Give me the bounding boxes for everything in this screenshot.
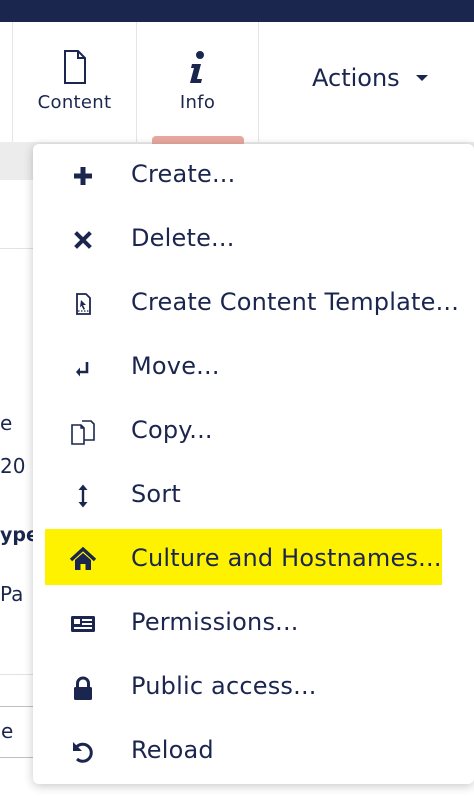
- content-app-label: Content: [37, 92, 112, 113]
- info-app-button[interactable]: Info: [137, 22, 258, 142]
- menu-item-label: Permissions...: [131, 608, 299, 636]
- menu-item-delete[interactable]: Delete...: [33, 208, 474, 272]
- info-app-label: Info: [179, 92, 216, 113]
- menu-item-label: Create...: [131, 160, 236, 188]
- field-value: e: [1, 719, 14, 743]
- menu-item-public-access[interactable]: Public access...: [33, 656, 474, 720]
- menu-item-label: Reload: [131, 736, 214, 764]
- copy-icon: [71, 420, 95, 445]
- top-bar: [0, 0, 474, 22]
- home-icon: [69, 546, 97, 570]
- menu-item-culture-and-hostnames[interactable]: Culture and Hostnames...: [33, 528, 474, 592]
- menu-item-label: Move...: [131, 352, 220, 380]
- menu-item-permissions[interactable]: Permissions...: [33, 592, 474, 656]
- active-tab-indicator: [152, 136, 244, 144]
- menu-item-label: Copy...: [131, 416, 213, 444]
- menu-item-label: Culture and Hostnames...: [131, 544, 442, 572]
- menu-item-sort[interactable]: Sort: [33, 464, 474, 528]
- menu-item-reload[interactable]: Reload: [33, 720, 474, 784]
- move-icon: [76, 362, 89, 377]
- menu-item-copy[interactable]: Copy...: [33, 400, 474, 464]
- menu-item-label: Sort: [131, 480, 181, 508]
- actions-button[interactable]: Actions: [262, 22, 474, 142]
- menu-item-label: Create Content Template...: [131, 288, 460, 316]
- plus-icon: [74, 167, 92, 185]
- caret-down-icon: [416, 75, 428, 81]
- header-divider: [258, 22, 259, 142]
- menu-item-label: Public access...: [131, 672, 317, 700]
- menu-item-create[interactable]: Create...: [33, 144, 474, 208]
- menu-item-label: Delete...: [131, 224, 235, 252]
- actions-label: Actions: [312, 64, 400, 92]
- lock-icon: [74, 676, 92, 700]
- menu-item-move[interactable]: Move...: [33, 336, 474, 400]
- times-icon: [74, 231, 92, 249]
- menu-item-create-content-template[interactable]: Create Content Template...: [33, 272, 474, 336]
- document-icon: [63, 50, 86, 84]
- content-app-button[interactable]: Content: [13, 22, 136, 142]
- info-icon: [189, 51, 204, 83]
- actions-dropdown-menu: Create... Delete... Create Content Templ…: [33, 144, 474, 784]
- background-text: Pa: [0, 582, 24, 606]
- reload-icon: [73, 742, 93, 763]
- background-text: 20: [0, 454, 26, 478]
- permissions-icon: [71, 616, 95, 632]
- background-text: e: [0, 411, 13, 435]
- page: Content Info Actions e 20 ype Pa e Creat…: [0, 0, 474, 797]
- sort-icon: [78, 484, 88, 508]
- blueprint-icon: [76, 293, 91, 315]
